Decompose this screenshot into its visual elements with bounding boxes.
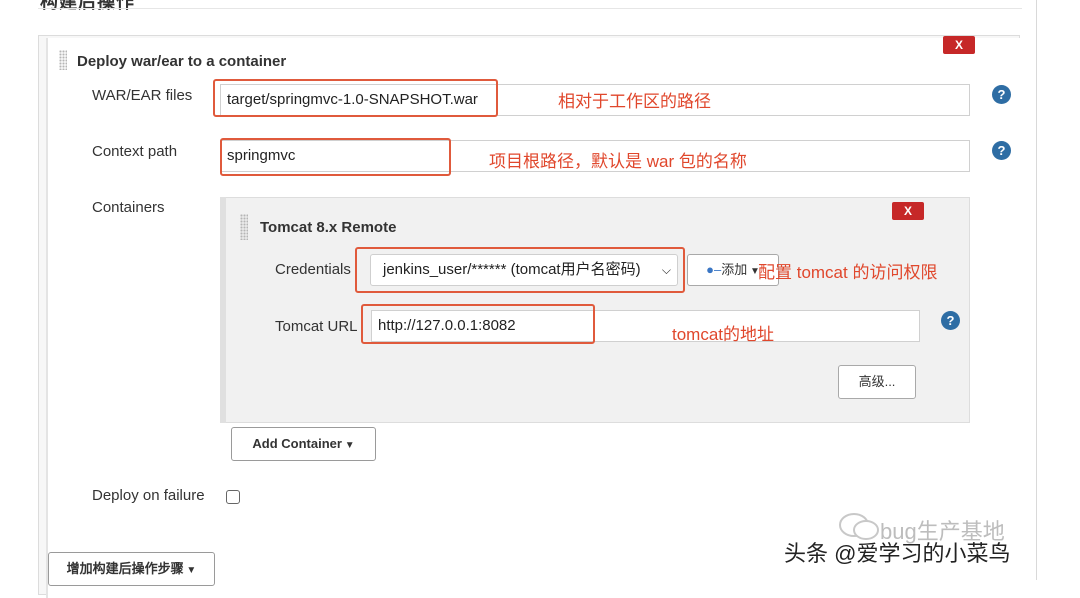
delete-step-button[interactable]: X bbox=[943, 36, 975, 54]
context-path-label: Context path bbox=[92, 143, 178, 160]
credentials-label: Credentials bbox=[275, 261, 351, 278]
war-files-label: WAR/EAR files bbox=[92, 87, 193, 104]
drag-handle-icon[interactable] bbox=[59, 50, 67, 70]
help-icon[interactable]: ? bbox=[941, 311, 960, 330]
watermark-author: 头条 @爱学习的小菜鸟 bbox=[784, 541, 1011, 566]
add-container-button[interactable]: Add Container ▼ bbox=[231, 427, 376, 461]
drag-handle-icon[interactable] bbox=[240, 214, 248, 240]
caret-down-icon: ▼ bbox=[341, 440, 355, 451]
page-left-margin bbox=[0, 0, 18, 580]
war-files-annotation: 相对于工作区的路径 bbox=[558, 92, 711, 111]
tomcat-url-highlight bbox=[361, 304, 595, 344]
add-credentials-label: 添加 bbox=[721, 262, 748, 277]
tomcat-url-label: Tomcat URL bbox=[275, 318, 358, 335]
section-header: 构建后操作 bbox=[40, 0, 135, 12]
delete-container-button[interactable]: X bbox=[892, 202, 924, 220]
add-post-build-step-button[interactable]: 增加构建后操作步骤 ▼ bbox=[48, 552, 215, 586]
credentials-annotation: 配置 tomcat 的访问权限 bbox=[758, 263, 938, 282]
tomcat-section-title: Tomcat 8.x Remote bbox=[260, 219, 397, 236]
deploy-on-failure-checkbox[interactable] bbox=[226, 490, 240, 504]
add-post-build-step-label: 增加构建后操作步骤 bbox=[66, 561, 184, 576]
add-container-label: Add Container bbox=[252, 436, 342, 451]
help-icon[interactable]: ? bbox=[992, 85, 1011, 104]
help-icon[interactable]: ? bbox=[992, 141, 1011, 160]
context-path-highlight bbox=[220, 138, 451, 176]
war-files-highlight bbox=[213, 79, 498, 117]
caret-down-icon: ▼ bbox=[183, 565, 197, 576]
tomcat-url-annotation: tomcat的地址 bbox=[672, 325, 775, 344]
credentials-highlight bbox=[355, 247, 685, 293]
advanced-button[interactable]: 高级... bbox=[838, 365, 916, 399]
page-right-border bbox=[1036, 0, 1037, 580]
key-icon: ●– bbox=[706, 262, 722, 277]
context-path-annotation: 项目根路径，默认是 war 包的名称 bbox=[489, 152, 747, 171]
containers-label: Containers bbox=[92, 199, 165, 216]
deploy-section-title: Deploy war/ear to a container bbox=[77, 53, 287, 70]
deploy-on-failure-label: Deploy on failure bbox=[92, 487, 205, 504]
container-panel-bar bbox=[220, 197, 226, 423]
header-divider bbox=[38, 8, 1022, 9]
